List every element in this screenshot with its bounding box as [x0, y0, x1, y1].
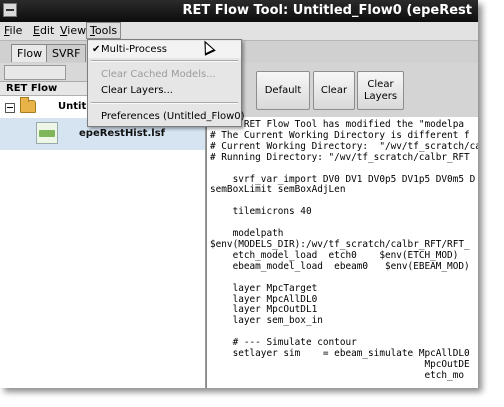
editor-line: MpcOutDE — [424, 358, 470, 370]
script-file-icon — [36, 122, 58, 144]
menu-separator — [91, 102, 238, 104]
checkmark-icon: ✔ — [92, 44, 101, 55]
editor-line: tilemicrons 40 — [232, 206, 312, 218]
tree-toolbar-button[interactable] — [4, 65, 66, 80]
svrf-editor[interactable]: # The RET Flow Tool has modified the "mo… — [206, 117, 478, 388]
editor-line: # Running Directory: "/wv/tf_scratch/cal… — [210, 151, 470, 163]
action-toolbar: Default Clear Clear Layers — [206, 63, 478, 115]
tools-menu-dropdown: ✔ Multi-Process Clear Cached Models... C… — [87, 39, 245, 127]
menu-item-clear-cached-models[interactable]: Clear Cached Models... — [88, 66, 241, 83]
editor-line: svrf_var_import DV0 DV1 DV0p5 DV1p5 DV0m… — [232, 173, 476, 185]
editor-line: etch_model_load etch0 $env(ETCH_MOD) — [232, 249, 459, 261]
menu-tools[interactable]: Tools — [86, 22, 122, 39]
editor-line: etch_mo — [424, 369, 464, 381]
menu-item-clear-layers[interactable]: Clear Layers... — [88, 82, 241, 99]
editor-line: # --- Simulate contour — [232, 337, 357, 349]
menu-file[interactable]: File — [4, 24, 22, 37]
clear-layers-button[interactable]: Clear Layers — [357, 71, 404, 110]
window-title: RET Flow Tool: Untitled_Flow0 (epeRest — [182, 3, 472, 18]
clear-button[interactable]: Clear — [313, 71, 355, 110]
editor-line: semBoxLimit semBoxAdjLen — [210, 184, 346, 196]
menu-item-multi-process[interactable]: ✔ Multi-Process — [88, 41, 241, 58]
editor-line: # The RET Flow Tool has modified the "mo… — [210, 119, 464, 130]
title-bar: RET Flow Tool: Untitled_Flow0 (epeRest — [0, 0, 478, 22]
app-window: RET Flow Tool: Untitled_Flow0 (epeRest F… — [0, 0, 478, 388]
tree-node-file-label: epeRestHist.lsf — [79, 128, 165, 139]
editor-line: ebeam_model_load ebeam0 $env(EBEAM_MOD) — [232, 260, 470, 272]
menu-item-preferences[interactable]: Preferences (Untitled_Flow0) — [88, 108, 245, 125]
folder-open-icon — [20, 97, 36, 113]
menu-separator — [91, 60, 238, 62]
editor-line: # Current Working Directory: "/wv/tf_scr… — [210, 140, 478, 152]
editor-line: layer MpcTarget — [232, 282, 318, 294]
editor-line: setlayer sim = ebeam_simulate MpcAllDL0 — [232, 348, 470, 360]
tab-flow[interactable]: Flow — [11, 44, 49, 62]
collapse-icon[interactable] — [5, 103, 15, 113]
window-menu-icon[interactable] — [3, 3, 17, 17]
editor-line: layer sem_box_in — [232, 315, 323, 327]
editor-line: layer MpcOutDL1 — [232, 304, 318, 316]
editor-text: # The RET Flow Tool has modified the "mo… — [210, 119, 478, 382]
default-button[interactable]: Default — [256, 71, 310, 110]
menu-edit[interactable]: Edit — [33, 24, 54, 37]
editor-line: # The Current Working Directory is diffe… — [210, 129, 470, 141]
editor-line: layer MpcAllDL0 — [232, 293, 318, 305]
menu-view[interactable]: View — [60, 24, 86, 37]
editor-line: modelpath — [232, 228, 284, 240]
tab-svrf[interactable]: SVRF — [46, 44, 87, 62]
editor-line: $env(MODELS_DIR):/wv/tf_scratch/calbr_RF… — [210, 238, 470, 250]
